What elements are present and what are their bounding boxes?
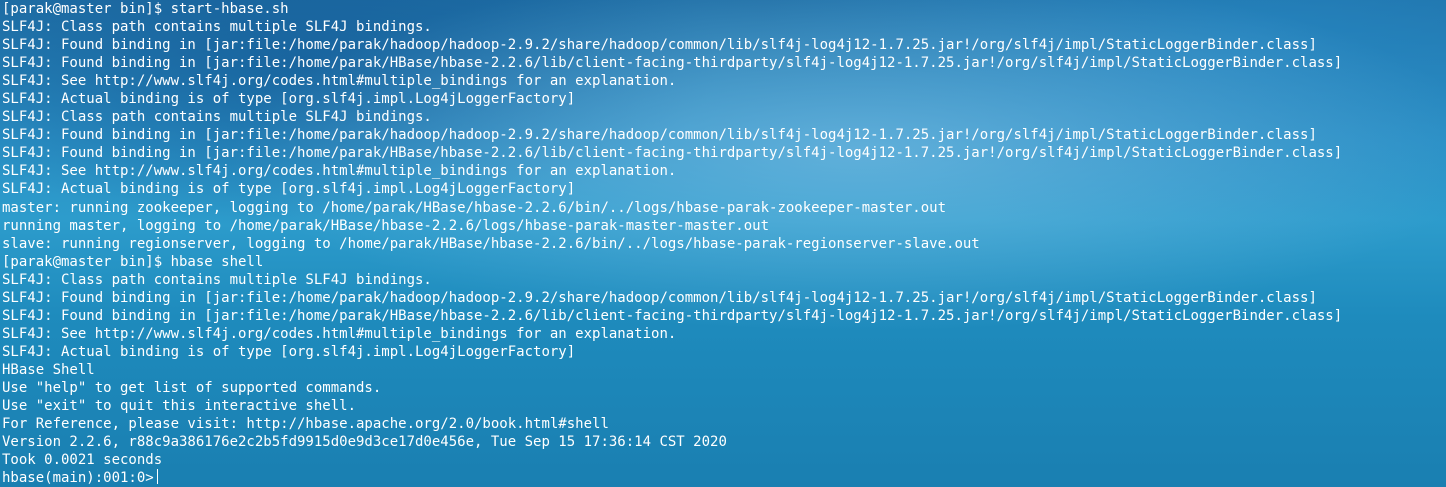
- terminal-line: SLF4J: Found binding in [jar:file:/home/…: [2, 37, 1317, 54]
- terminal-line: SLF4J: Actual binding is of type [org.sl…: [2, 343, 576, 360]
- terminal-line: Use "exit" to quit this interactive shel…: [2, 398, 357, 415]
- terminal-line: [parak@master bin]$ hbase shell: [2, 253, 264, 270]
- terminal-window[interactable]: [parak@master bin]$ start-hbase.sh SLF4J…: [0, 0, 1446, 487]
- terminal-line: SLF4J: Class path contains multiple SLF4…: [2, 109, 432, 126]
- shell-prompt: hbase(main):001:0>: [2, 470, 154, 487]
- terminal-line: SLF4J: See http://www.slf4j.org/codes.ht…: [2, 163, 677, 180]
- terminal-line: Took 0.0021 seconds: [2, 452, 163, 469]
- terminal-line: SLF4J: Found binding in [jar:file:/home/…: [2, 145, 1343, 162]
- terminal-line: SLF4J: See http://www.slf4j.org/codes.ht…: [2, 73, 677, 90]
- terminal-line: slave: running regionserver, logging to …: [2, 235, 980, 252]
- terminal-line: SLF4J: Found binding in [jar:file:/home/…: [2, 127, 1317, 144]
- terminal-line: SLF4J: Class path contains multiple SLF4…: [2, 19, 432, 36]
- terminal-line: SLF4J: Found binding in [jar:file:/home/…: [2, 55, 1343, 72]
- terminal-line: master: running zookeeper, logging to /h…: [2, 199, 947, 216]
- terminal-line: running master, logging to /home/parak/H…: [2, 217, 770, 234]
- text-cursor: [156, 469, 158, 485]
- terminal-line: [parak@master bin]$ start-hbase.sh: [2, 1, 289, 17]
- terminal-line: For Reference, please visit: http://hbas…: [2, 416, 609, 433]
- terminal-line: SLF4J: See http://www.slf4j.org/codes.ht…: [2, 325, 677, 342]
- terminal-line: SLF4J: Found binding in [jar:file:/home/…: [2, 307, 1343, 324]
- terminal-line: SLF4J: Actual binding is of type [org.sl…: [2, 181, 576, 198]
- terminal-line: HBase Shell: [2, 361, 95, 378]
- terminal-line: Version 2.2.6, r88c9a386176e2c2b5fd9915d…: [2, 434, 727, 451]
- shell-prompt-line[interactable]: hbase(main):001:0>: [2, 469, 1446, 487]
- terminal-line: SLF4J: Actual binding is of type [org.sl…: [2, 91, 576, 108]
- terminal-line: SLF4J: Found binding in [jar:file:/home/…: [2, 289, 1317, 306]
- terminal-line: SLF4J: Class path contains multiple SLF4…: [2, 271, 432, 288]
- terminal-line: Use "help" to get list of supported comm…: [2, 379, 382, 396]
